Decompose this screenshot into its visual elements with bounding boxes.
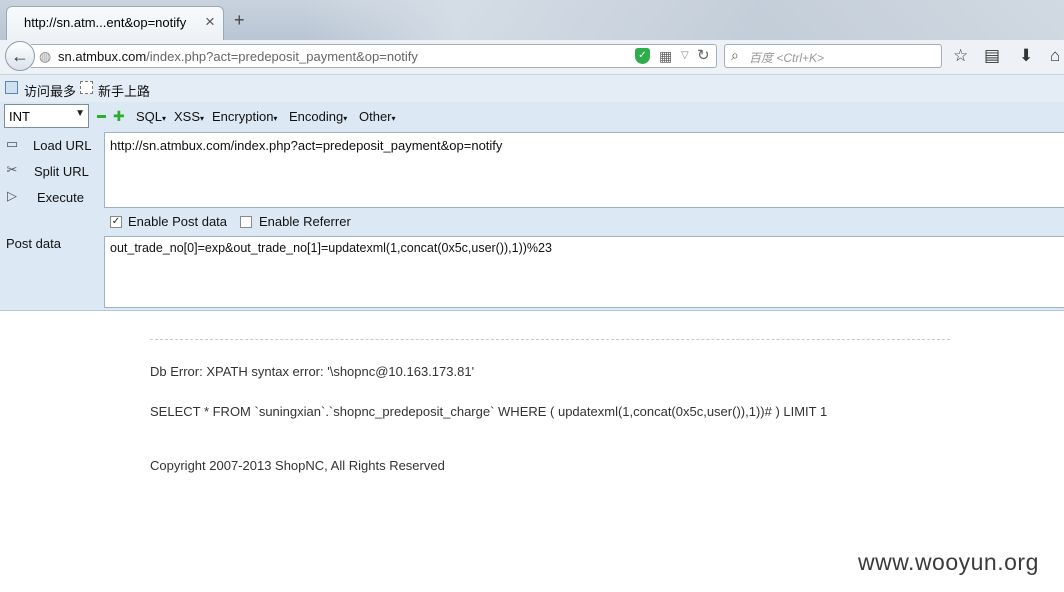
url-text[interactable]: sn.atmbux.com/index.php?act=predeposit_p… bbox=[58, 49, 418, 64]
url-host: sn.atmbux.com bbox=[58, 49, 147, 64]
active-tab[interactable]: http://sn.atm...ent&op=notify × bbox=[6, 6, 224, 40]
split-url-label: Split URL bbox=[34, 164, 89, 179]
bookmarks-list-icon[interactable]: ▤ bbox=[984, 46, 1000, 66]
menu-xss[interactable]: XSS▾ bbox=[174, 109, 204, 124]
menu-encryption[interactable]: Encryption▾ bbox=[212, 109, 277, 124]
nav-bar: ◍ sn.atmbux.com/index.php?act=predeposit… bbox=[0, 40, 1064, 75]
copyright-text: Copyright 2007-2013 ShopNC, All Rights R… bbox=[150, 458, 445, 473]
load-url-button[interactable]: ▭ Load URL bbox=[0, 134, 104, 158]
load-url-icon: ▭ bbox=[5, 136, 19, 151]
menu-xss-label: XSS bbox=[174, 109, 201, 124]
url-textarea-value: http://sn.atmbux.com/index.php?act=prede… bbox=[110, 138, 503, 153]
qr-code-icon[interactable]: ▦ bbox=[659, 48, 672, 64]
menu-sql[interactable]: SQL▾ bbox=[136, 109, 166, 124]
caret-icon: ▾ bbox=[200, 114, 205, 123]
split-url-button[interactable]: ✂ Split URL bbox=[0, 160, 104, 184]
scissors-icon: ✂ bbox=[6, 162, 18, 177]
downloads-icon[interactable]: ⬇ bbox=[1019, 46, 1033, 66]
menu-other[interactable]: Other▾ bbox=[359, 109, 396, 124]
enable-referrer-checkbox[interactable] bbox=[240, 216, 252, 228]
bookmarks-toolbar: 访问最多 新手上路 bbox=[0, 75, 1064, 102]
bookmark-most-visited[interactable]: 访问最多 bbox=[24, 81, 76, 100]
url-path: /index.php?act=predeposit_payment&op=not… bbox=[146, 49, 418, 64]
menu-other-label: Other bbox=[359, 109, 392, 124]
menu-sql-label: SQL bbox=[136, 109, 163, 124]
caret-icon: ▾ bbox=[343, 114, 348, 123]
reload-icon[interactable]: ↻ bbox=[697, 46, 710, 66]
caret-icon: ▾ bbox=[273, 114, 278, 123]
globe-icon: ◍ bbox=[39, 48, 52, 64]
encoding-select[interactable]: INT ▼ bbox=[4, 104, 89, 128]
increase-icon[interactable]: ✚ bbox=[113, 108, 125, 124]
execute-button[interactable]: ▷ Execute bbox=[0, 186, 104, 210]
new-tab-button[interactable]: + bbox=[234, 10, 245, 30]
back-button[interactable]: ← bbox=[5, 41, 35, 71]
post-data-label: Post data bbox=[6, 236, 61, 251]
enable-post-label: Enable Post data bbox=[128, 214, 228, 229]
menu-encoding[interactable]: Encoding▾ bbox=[289, 109, 347, 124]
search-input[interactable]: ⌕ 百度 <Ctrl+K> bbox=[724, 44, 942, 68]
tab-title: http://sn.atm...ent&op=notify bbox=[24, 15, 187, 30]
decrease-icon[interactable] bbox=[97, 115, 106, 118]
tab-strip: http://sn.atm...ent&op=notify × + bbox=[0, 0, 1064, 40]
post-data-textarea[interactable]: out_trade_no[0]=exp&out_trade_no[1]=upda… bbox=[104, 236, 1064, 308]
post-data-value: out_trade_no[0]=exp&out_trade_no[1]=upda… bbox=[110, 241, 552, 255]
load-url-label: Load URL bbox=[33, 138, 92, 153]
sql-query-text: SELECT * FROM `suningxian`.`shopnc_prede… bbox=[150, 404, 828, 419]
divider bbox=[150, 339, 950, 340]
encoding-select-value: INT bbox=[9, 109, 30, 124]
hackbar-panel: INT ▼ ✚ SQL▾ XSS▾ Encryption▾ Encoding▾ … bbox=[0, 102, 1064, 311]
enable-post-checkbox[interactable]: ✓ bbox=[110, 216, 122, 228]
bookmark-getting-started[interactable]: 新手上路 bbox=[98, 81, 150, 100]
caret-icon: ▾ bbox=[391, 114, 396, 123]
close-tab-icon[interactable]: × bbox=[205, 12, 215, 32]
tab-strip-background bbox=[304, 0, 1064, 40]
caret-icon: ▾ bbox=[162, 114, 167, 123]
search-icon: ⌕ bbox=[731, 47, 739, 63]
watermark: www.wooyun.org bbox=[858, 549, 1039, 575]
search-placeholder: 百度 <Ctrl+K> bbox=[749, 51, 825, 65]
menu-encryption-label: Encryption bbox=[212, 109, 274, 124]
execute-label: Execute bbox=[37, 190, 84, 205]
url-bar[interactable]: ◍ sn.atmbux.com/index.php?act=predeposit… bbox=[31, 44, 717, 68]
bookmark-blank-icon bbox=[80, 81, 93, 94]
bookmark-star-icon[interactable]: ☆ bbox=[953, 46, 968, 66]
shield-icon[interactable]: ✓ bbox=[635, 48, 650, 64]
url-textarea[interactable]: http://sn.atmbux.com/index.php?act=prede… bbox=[104, 132, 1064, 208]
play-icon: ▷ bbox=[7, 188, 17, 203]
url-dropdown-icon[interactable]: ▽ bbox=[681, 48, 689, 64]
db-error-message: Db Error: XPATH syntax error: '\shopnc@1… bbox=[150, 364, 475, 379]
menu-encoding-label: Encoding bbox=[289, 109, 344, 124]
chevron-down-icon: ▼ bbox=[75, 108, 85, 119]
enable-referrer-label: Enable Referrer bbox=[259, 214, 351, 229]
bookmark-page-icon bbox=[5, 81, 18, 94]
home-icon[interactable]: ⌂ bbox=[1050, 46, 1060, 66]
